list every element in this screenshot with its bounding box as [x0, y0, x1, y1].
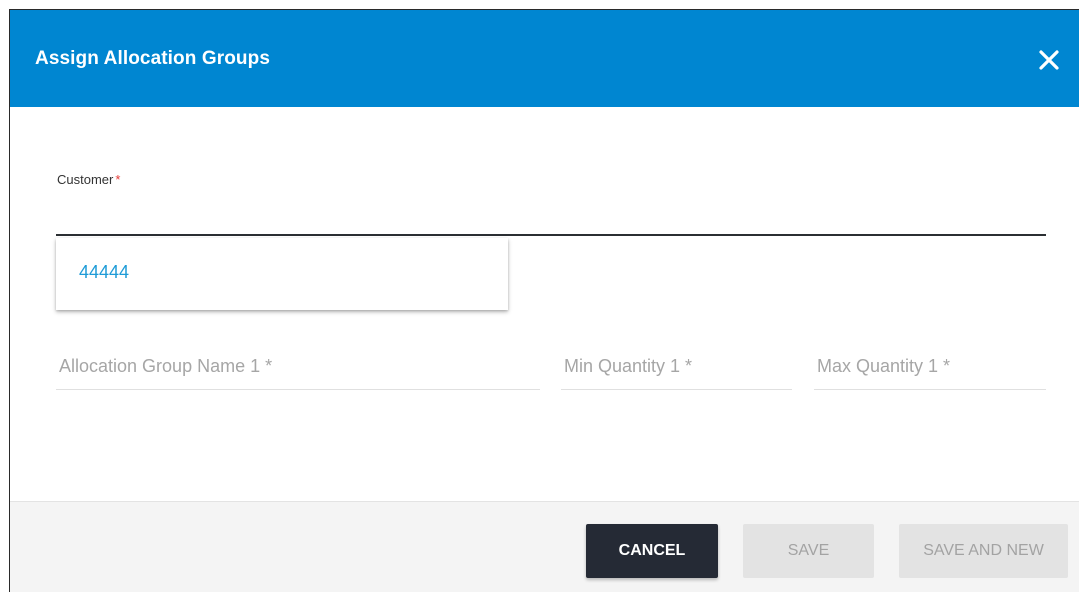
required-marker: * — [115, 172, 121, 187]
cancel-button[interactable]: CANCEL — [586, 524, 718, 578]
dialog-header: Assign Allocation Groups — [10, 10, 1079, 107]
customer-suggestion-dropdown: 44444 — [56, 238, 508, 310]
close-icon[interactable] — [1037, 48, 1061, 72]
save-button[interactable]: SAVE — [743, 524, 874, 578]
assign-allocation-groups-dialog: Assign Allocation Groups Customer * 44444… — [9, 9, 1079, 592]
min-quantity-placeholder: Min Quantity 1 * — [564, 356, 693, 376]
customer-input[interactable] — [56, 204, 1046, 236]
allocation-group-name-placeholder: Allocation Group Name 1 * — [59, 356, 273, 376]
customer-label-text: Customer — [57, 172, 114, 187]
dialog-title: Assign Allocation Groups — [35, 48, 270, 69]
max-quantity-placeholder: Max Quantity 1 * — [817, 356, 951, 376]
customer-label: Customer * — [57, 172, 120, 187]
min-quantity-field[interactable]: Min Quantity 1 * — [561, 340, 792, 390]
allocation-group-name-field[interactable]: Allocation Group Name 1 * — [56, 340, 540, 390]
customer-suggestion-item[interactable]: 44444 — [79, 262, 129, 283]
save-and-new-button[interactable]: SAVE AND NEW — [899, 524, 1068, 578]
dialog-footer: CANCEL SAVE SAVE AND NEW — [10, 501, 1079, 592]
max-quantity-field[interactable]: Max Quantity 1 * — [814, 340, 1046, 390]
